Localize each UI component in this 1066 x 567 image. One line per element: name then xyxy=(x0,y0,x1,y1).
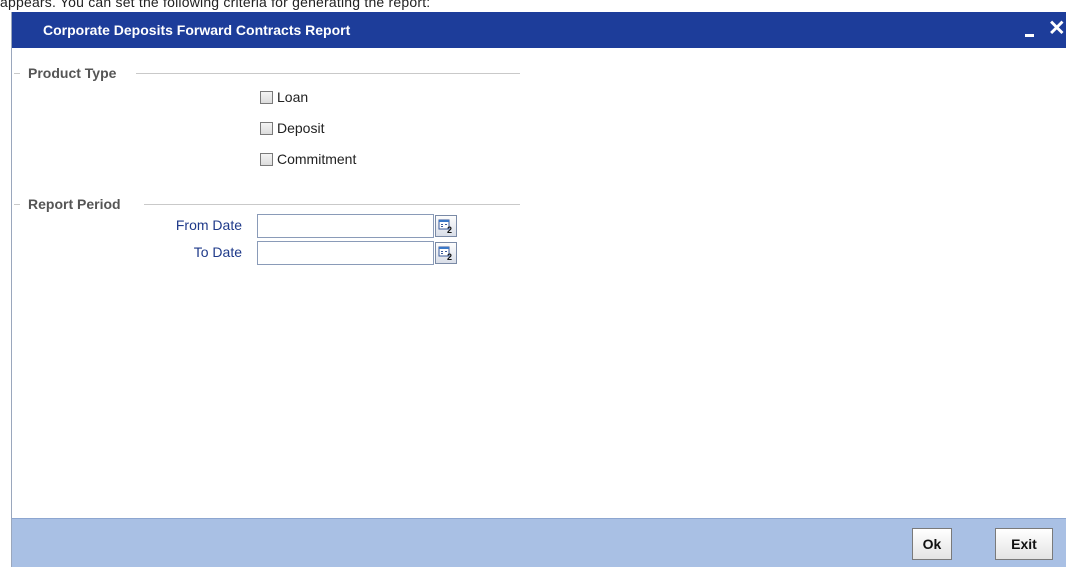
checkbox-loan[interactable] xyxy=(260,90,273,104)
svg-text:2: 2 xyxy=(447,225,452,234)
report-window: Corporate Deposits Forward Contracts Rep… xyxy=(11,12,1066,567)
calendar-icon: 2 xyxy=(438,219,452,234)
report-period-divider xyxy=(144,204,520,205)
footer-bar: Ok Exit xyxy=(12,518,1066,567)
to-date-calendar-icon[interactable]: 2 xyxy=(435,242,457,264)
checkbox-commitment-row[interactable]: Commitment xyxy=(260,150,356,168)
from-date-label: From Date xyxy=(175,217,242,233)
to-date-input[interactable] xyxy=(257,241,434,265)
from-date-input[interactable] xyxy=(257,214,434,238)
window-title: Corporate Deposits Forward Contracts Rep… xyxy=(43,22,351,38)
calendar-icon: 2 xyxy=(438,246,452,261)
exit-button[interactable]: Exit xyxy=(995,528,1053,560)
svg-text:2: 2 xyxy=(447,252,452,261)
title-bar: Corporate Deposits Forward Contracts Rep… xyxy=(12,12,1066,48)
from-date-calendar-icon[interactable]: 2 xyxy=(435,215,457,237)
checkbox-commitment-label: Commitment xyxy=(277,151,357,167)
product-type-divider xyxy=(136,73,520,74)
checkbox-commitment[interactable] xyxy=(260,152,273,166)
ok-button[interactable]: Ok xyxy=(912,528,952,560)
checkbox-deposit-label: Deposit xyxy=(277,120,325,136)
checkbox-deposit-row[interactable]: Deposit xyxy=(260,119,324,137)
product-type-legend: Product Type xyxy=(28,65,117,81)
to-date-label: To Date xyxy=(193,244,242,260)
report-period-legend: Report Period xyxy=(28,196,121,212)
checkbox-loan-label: Loan xyxy=(277,89,309,105)
checkbox-loan-row[interactable]: Loan xyxy=(260,88,308,106)
caption-text: appears. You can set the following crite… xyxy=(0,0,431,10)
minimize-icon[interactable] xyxy=(1023,20,1037,40)
legend-dash xyxy=(14,204,20,205)
legend-dash xyxy=(14,73,20,74)
close-icon[interactable]: ✕ xyxy=(1048,18,1066,40)
checkbox-deposit[interactable] xyxy=(260,121,273,135)
caption-fragment: appears. You can set the following crite… xyxy=(0,0,1066,12)
